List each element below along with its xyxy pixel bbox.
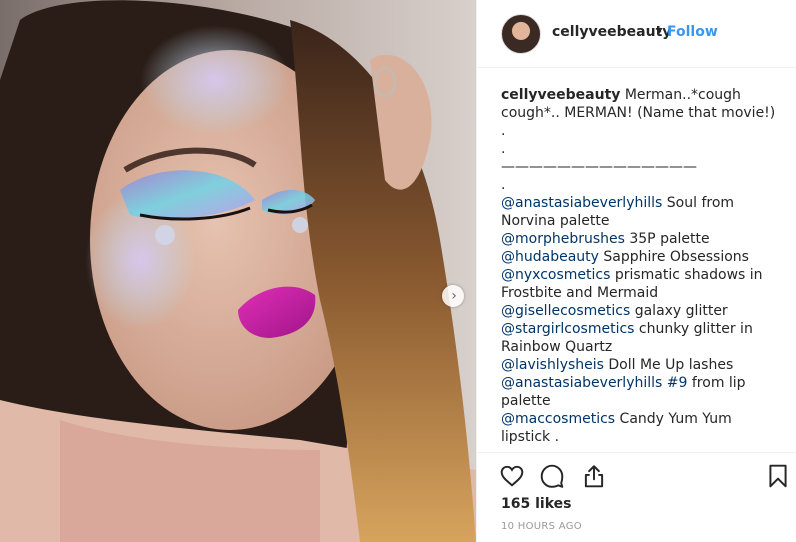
- caption-line: @morphebrushes 35P palette: [501, 230, 781, 248]
- caption-text: cough*.. MERMAN! (Name that movie!): [501, 105, 776, 121]
- caption-text: Candy Yum Yum: [615, 411, 732, 427]
- mention-link[interactable]: @anastasiabeverlyhills: [501, 195, 662, 211]
- caption-line: @nyxcosmetics prismatic shadows in: [501, 266, 781, 284]
- caption-line: Rainbow Quartz: [501, 338, 781, 356]
- caption-username[interactable]: cellyveebeauty: [501, 87, 620, 103]
- author-username[interactable]: cellyveebeauty: [552, 24, 671, 40]
- caption-line: .: [501, 176, 781, 194]
- caption-text: galaxy glitter: [630, 303, 728, 319]
- caption-line: Norvina palette: [501, 212, 781, 230]
- post-header: cellyveebeauty • Follow: [477, 0, 796, 68]
- caption-text: ——————————————: [501, 159, 697, 175]
- caption-line: @maccosmetics Candy Yum Yum: [501, 410, 781, 428]
- caption-text: from lip: [687, 375, 746, 391]
- mention-link[interactable]: @anastasiabeverlyhills: [501, 375, 662, 391]
- post-caption: cellyveebeauty Merman..*cough cough*.. ME…: [501, 86, 781, 446]
- caption-line: .: [501, 140, 781, 158]
- post-side-panel: cellyveebeauty • Follow cellyveebeauty M…: [476, 0, 796, 542]
- caption-line: palette: [501, 392, 781, 410]
- separator-dot: •: [655, 24, 664, 40]
- caption-line: Frostbite and Mermaid: [501, 284, 781, 302]
- mention-link[interactable]: @nyxcosmetics: [501, 267, 610, 283]
- caption-text: Norvina palette: [501, 213, 610, 229]
- follow-button[interactable]: Follow: [667, 24, 718, 40]
- caption-line: @gisellecosmetics galaxy glitter: [501, 302, 781, 320]
- caption-line: @hudabeauty Sapphire Obsessions: [501, 248, 781, 266]
- action-bar: [477, 452, 796, 492]
- hashtag-link[interactable]: #9: [667, 375, 688, 391]
- chevron-right-icon: ›: [451, 288, 457, 304]
- heart-icon[interactable]: [499, 463, 525, 489]
- caption-text: .: [501, 141, 506, 157]
- post-photo[interactable]: ›: [0, 0, 476, 542]
- caption-line: @anastasiabeverlyhills #9 from lip: [501, 374, 781, 392]
- mention-link[interactable]: @hudabeauty: [501, 249, 599, 265]
- caption-line: .: [501, 122, 781, 140]
- caption-line: @stargirlcosmetics chunky glitter in: [501, 320, 781, 338]
- caption-line: cough*.. MERMAN! (Name that movie!): [501, 104, 781, 122]
- caption-text: Frostbite and Mermaid: [501, 285, 659, 301]
- comment-icon[interactable]: [539, 463, 565, 489]
- mention-link[interactable]: @stargirlcosmetics: [501, 321, 634, 337]
- share-icon[interactable]: [581, 463, 607, 489]
- caption-text: Rainbow Quartz: [501, 339, 613, 355]
- mention-link[interactable]: @gisellecosmetics: [501, 303, 630, 319]
- likes-count[interactable]: 165 likes: [501, 496, 571, 512]
- avatar[interactable]: [501, 14, 541, 54]
- caption-text: 35P palette: [624, 231, 710, 247]
- caption-text: lipstick .: [501, 429, 560, 445]
- caption-line: cellyveebeauty Merman..*cough: [501, 86, 781, 104]
- caption-text: Doll Me Up lashes: [603, 357, 734, 373]
- caption-text: .: [501, 177, 506, 193]
- caption-text: Merman..*cough: [620, 87, 741, 103]
- mention-link[interactable]: @maccosmetics: [501, 411, 615, 427]
- photo-image: [0, 0, 476, 542]
- caption-line: ——————————————: [501, 158, 781, 176]
- caption-text: prismatic shadows in: [610, 267, 763, 283]
- caption-line: @anastasiabeverlyhills Soul from: [501, 194, 781, 212]
- caption-text: .: [501, 123, 506, 139]
- caption-text: Sapphire Obsessions: [598, 249, 749, 265]
- bookmark-icon[interactable]: [765, 463, 791, 489]
- caption-line: lipstick .: [501, 428, 781, 446]
- next-photo-button[interactable]: ›: [442, 285, 464, 307]
- caption-text: chunky glitter in: [634, 321, 753, 337]
- post-timestamp[interactable]: 10 HOURS AGO: [501, 521, 582, 532]
- mention-link[interactable]: @lavishlysheis: [501, 357, 604, 373]
- caption-line: @lavishlysheis Doll Me Up lashes: [501, 356, 781, 374]
- mention-link[interactable]: @morphebrushes: [501, 231, 625, 247]
- caption-text: palette: [501, 393, 551, 409]
- caption-text: Soul from: [662, 195, 735, 211]
